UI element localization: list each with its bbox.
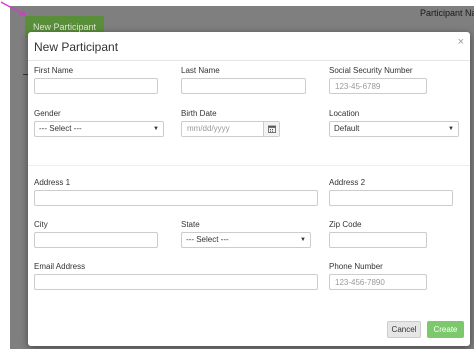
birth-date-input[interactable]: mm/dd/yyyy (181, 121, 280, 137)
zip-input[interactable] (329, 232, 427, 248)
first-name-input[interactable] (34, 78, 158, 94)
zip-label: Zip Code (329, 220, 362, 229)
birth-date-group: Birth Date mm/dd/yyyy (181, 109, 280, 137)
participant-name-column-header: Participant Nam (420, 8, 474, 18)
first-name-group: First Name (34, 66, 158, 94)
city-group: City (34, 220, 158, 248)
modal-header: New Participant × (28, 32, 470, 61)
caret-down-icon: ▼ (448, 126, 454, 132)
location-group: Location Default ▼ (329, 109, 459, 137)
zip-group: Zip Code (329, 220, 427, 248)
gender-select[interactable]: --- Select --- ▼ (34, 121, 164, 137)
city-label: City (34, 220, 48, 229)
state-label: State (181, 220, 200, 229)
modal-title: New Participant (34, 40, 119, 54)
location-selected-value: Default (334, 124, 360, 133)
ssn-group: Social Security Number (329, 66, 427, 94)
state-group: State --- Select --- ▼ (181, 220, 311, 248)
address1-group: Address 1 (34, 178, 318, 206)
last-name-label: Last Name (181, 66, 220, 75)
email-label: Email Address (34, 262, 86, 271)
last-name-group: Last Name (181, 66, 306, 94)
gender-selected-value: --- Select --- (39, 124, 82, 133)
create-button[interactable]: Create (427, 321, 464, 338)
ssn-input[interactable] (329, 78, 427, 94)
address2-input[interactable] (329, 190, 453, 206)
new-participant-modal: New Participant × First Name Last Name S… (28, 32, 470, 346)
location-label: Location (329, 109, 360, 118)
calendar-icon[interactable] (263, 122, 279, 136)
phone-label: Phone Number (329, 262, 383, 271)
state-select[interactable]: --- Select --- ▼ (181, 232, 311, 248)
email-group: Email Address (34, 262, 318, 290)
phone-group: Phone Number (329, 262, 427, 290)
phone-input[interactable] (329, 274, 427, 290)
close-icon[interactable]: × (458, 36, 464, 48)
address2-label: Address 2 (329, 178, 366, 187)
location-select[interactable]: Default ▼ (329, 121, 459, 137)
birth-date-label: Birth Date (181, 109, 217, 118)
address2-group: Address 2 (329, 178, 453, 206)
last-name-input[interactable] (181, 78, 306, 94)
caret-down-icon: ▼ (153, 126, 159, 132)
state-selected-value: --- Select --- (186, 235, 229, 244)
caret-down-icon: ▼ (300, 237, 306, 243)
screen: New Participant Participant Nam New Part… (0, 0, 474, 349)
address1-label: Address 1 (34, 178, 71, 187)
first-name-label: First Name (34, 66, 74, 75)
birth-date-placeholder: mm/dd/yyyy (187, 124, 230, 133)
gender-group: Gender --- Select --- ▼ (34, 109, 164, 137)
cancel-button[interactable]: Cancel (387, 321, 421, 338)
city-input[interactable] (34, 232, 158, 248)
address1-input[interactable] (34, 190, 318, 206)
section-divider (28, 165, 470, 166)
annotation-arrow-icon (0, 1, 26, 16)
gender-label: Gender (34, 109, 61, 118)
email-input[interactable] (34, 274, 318, 290)
ssn-label: Social Security Number (329, 66, 413, 75)
